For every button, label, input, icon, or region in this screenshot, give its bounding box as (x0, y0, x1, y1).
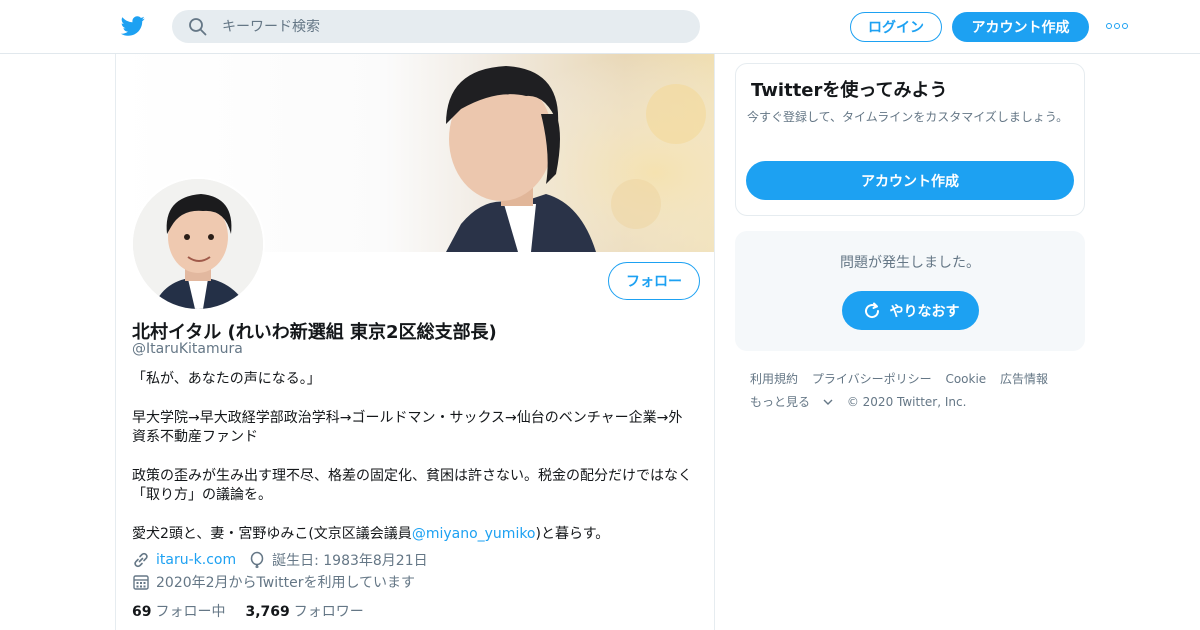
bio-text: )と暮らす。 (535, 525, 610, 542)
search-box[interactable] (172, 10, 700, 43)
more-dots-icon[interactable] (1106, 20, 1130, 32)
retry-label: やりなおす (889, 303, 960, 320)
profile-stats: 69 フォロー中 3,769 フォロワー (132, 601, 364, 621)
avatar[interactable] (131, 177, 265, 311)
top-navigation-bar: ログイン アカウント作成 (0, 0, 1200, 54)
website-link[interactable]: itaru-k.com (156, 552, 236, 568)
retry-button[interactable]: やりなおす (842, 291, 979, 330)
search-input[interactable] (222, 18, 662, 35)
chevron-down-icon (823, 399, 833, 405)
bio-line: 「私が、あなたの声になる。」 (132, 371, 321, 387)
footer-copyright: © 2020 Twitter, Inc. (846, 395, 967, 409)
signup-button[interactable]: アカウント作成 (952, 12, 1089, 42)
bio-text: 愛犬2頭と、妻・宮野ゆみこ(文京区議会議員 (132, 525, 412, 542)
joined-text: 2020年2月からTwitterを利用しています (156, 575, 416, 591)
dot (1122, 23, 1128, 29)
dot (1114, 23, 1120, 29)
profile-joined-row: 2020年2月からTwitterを利用しています (132, 572, 415, 592)
twitter-bird-icon[interactable] (120, 14, 146, 38)
avatar-photo (133, 179, 263, 309)
profile-meta-row: itaru-k.com 誕生日: 1983年8月21日 (132, 550, 428, 570)
footer-privacy-link[interactable]: プライバシーポリシー (812, 372, 932, 386)
dot (1106, 23, 1112, 29)
follow-button[interactable]: フォロー (608, 262, 700, 300)
followers-stat[interactable]: 3,769 フォロワー (245, 601, 363, 621)
bio-line: 政策の歪みが生み出す理不尽、格差の固定化、貧困は許さない。税金の配分だけではなく… (132, 467, 692, 504)
footer-cookie-link[interactable]: Cookie (945, 372, 986, 386)
profile-handle: @ItaruKitamura (132, 341, 243, 357)
bio-line: 愛犬2頭と、妻・宮野ゆみこ(文京区議会議員@miyano_yumiko)と暮らす… (132, 525, 692, 545)
following-count: 69 (132, 604, 152, 620)
footer-more-label: もっと見る (750, 395, 811, 409)
profile-column: フォロー 北村イタル (れいわ新選組 東京2区総支部長) @ItaruKitam… (115, 54, 715, 630)
link-icon (134, 552, 148, 568)
birthday-text: 誕生日: 1983年8月21日 (272, 553, 428, 569)
mention-link[interactable]: @miyano_yumiko (412, 526, 536, 542)
calendar-icon (133, 575, 149, 590)
footer-links-row: 利用規約 プライバシーポリシー Cookie 広告情報 (750, 368, 1080, 391)
search-icon (189, 17, 207, 35)
promo-title: Twitterを使ってみよう (751, 80, 948, 101)
refresh-icon (864, 302, 879, 318)
footer-more-link[interactable]: もっと見る (750, 395, 833, 409)
footer-terms-link[interactable]: 利用規約 (750, 372, 798, 386)
balloon-icon (250, 551, 264, 569)
error-message: 問題が発生しました。 (840, 255, 980, 271)
following-label: フォロー中 (155, 604, 226, 620)
profile-bio: 「私が、あなたの声になる。」 早大学院→早大政経学部政治学科→ゴールドマン・サッ… (132, 370, 692, 563)
error-card: 問題が発生しました。 やりなおす (735, 231, 1085, 351)
followers-label: フォロワー (293, 604, 364, 620)
promo-signup-button[interactable]: アカウント作成 (746, 161, 1074, 200)
following-stat[interactable]: 69 フォロー中 (132, 601, 225, 621)
footer-ads-link[interactable]: 広告情報 (1000, 372, 1048, 386)
followers-count: 3,769 (245, 604, 290, 620)
bio-line: 早大学院→早大政経学部政治学科→ゴールドマン・サックス→仙台のベンチャー企業→外… (132, 409, 683, 446)
sidebar-footer: 利用規約 プライバシーポリシー Cookie 広告情報 もっと見る © 2020… (750, 368, 1080, 414)
promo-description: 今すぐ登録して、タイムラインをカスタマイズしましょう。 (747, 110, 1069, 124)
signup-promo-card: Twitterを使ってみよう 今すぐ登録して、タイムラインをカスタマイズしましょ… (735, 63, 1085, 216)
footer-second-row: もっと見る © 2020 Twitter, Inc. (750, 391, 1080, 414)
login-button[interactable]: ログイン (850, 12, 942, 42)
